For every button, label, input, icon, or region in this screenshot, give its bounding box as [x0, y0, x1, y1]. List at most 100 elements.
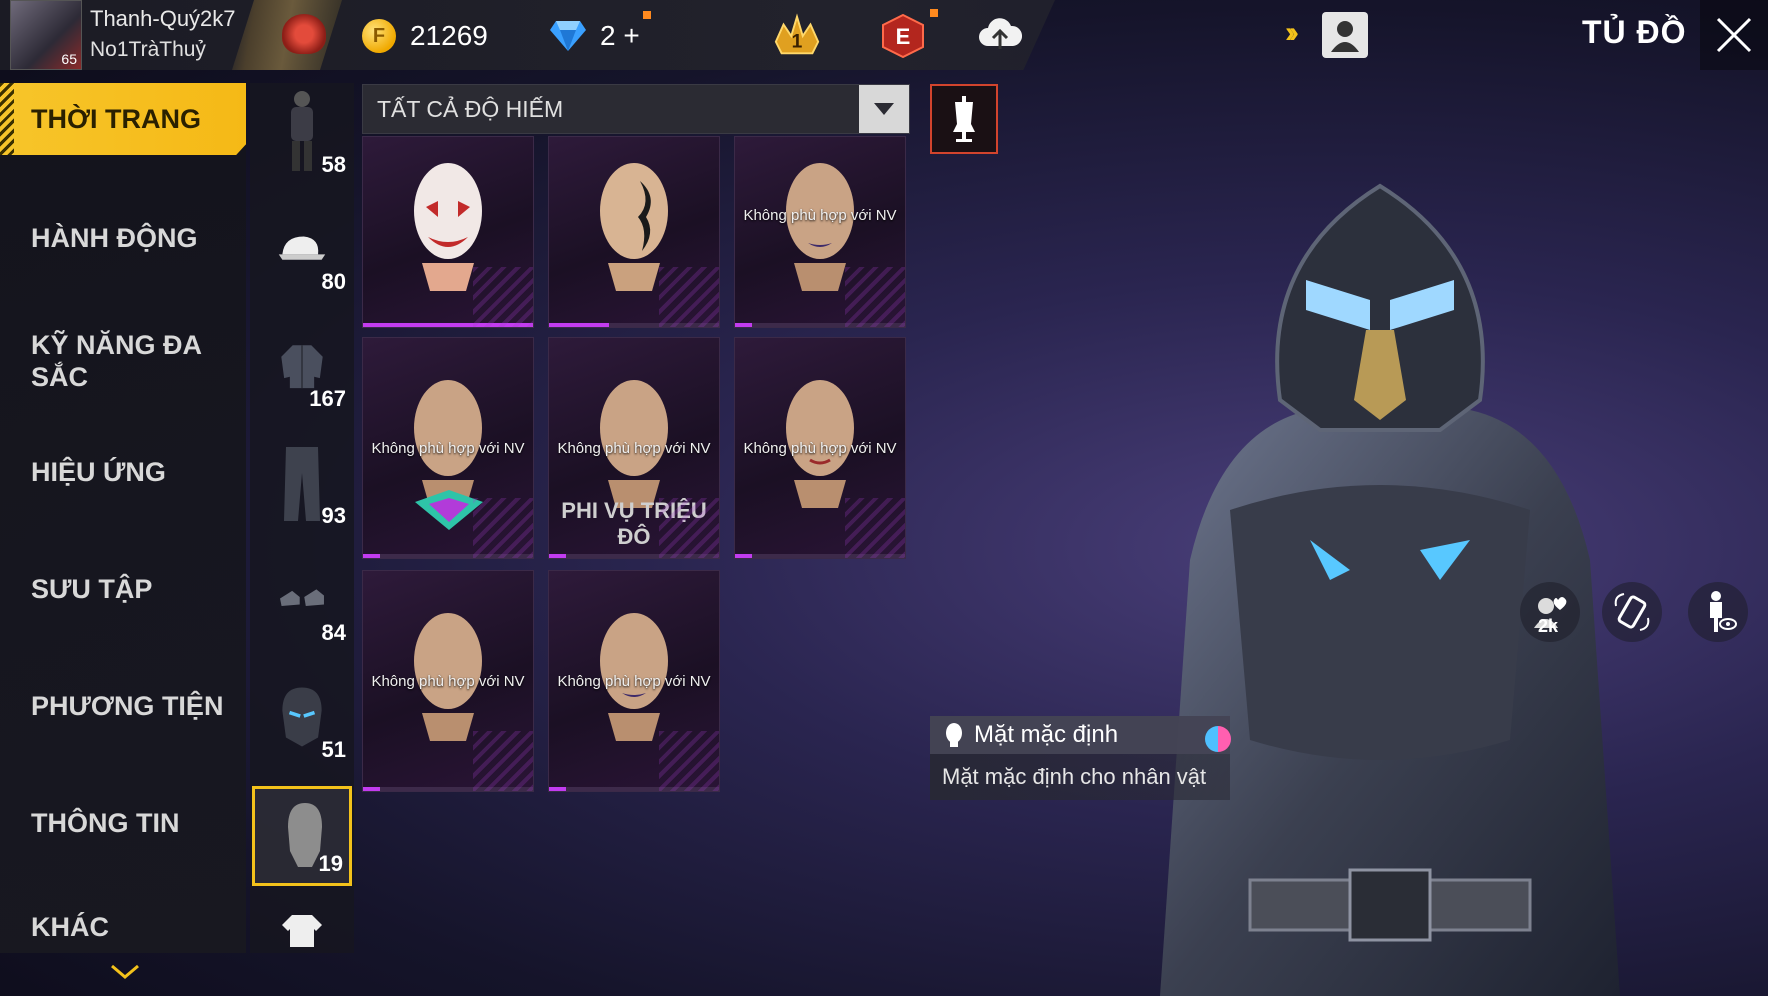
player-guild: No1TràThuỷ	[90, 38, 206, 61]
pose-view-icon	[1710, 591, 1737, 632]
menu-item-hanh-dong[interactable]: HÀNH ĐỘNG	[0, 200, 246, 276]
menu-item-hieu-ung[interactable]: HIỆU ỨNG	[0, 434, 246, 510]
rarity-fill	[549, 554, 566, 558]
subcat-count: 19	[318, 851, 343, 876]
close-button[interactable]	[1700, 0, 1768, 70]
plain-face-icon	[600, 380, 668, 508]
add-diamonds-button[interactable]: +	[623, 20, 639, 51]
rarity-filter-select[interactable]: TẤT CẢ ĐỘ HIẾM	[362, 84, 910, 134]
item-note: Không phù hợp với NV	[743, 440, 897, 457]
rarity-bar	[549, 787, 719, 791]
player-level: 65	[61, 51, 77, 67]
rarity-fill	[363, 787, 380, 791]
svg-text:1: 1	[792, 32, 803, 53]
full-outfit-icon	[277, 91, 327, 172]
menu-item-label: KỸ NĂNG ĐA SẮC	[31, 330, 202, 392]
subcat-cap[interactable]: 80	[252, 201, 352, 301]
tattoo-face-icon	[600, 163, 668, 291]
rarity-fill	[549, 323, 609, 327]
menu-item-ky-nang-da-sac[interactable]: KỸ NĂNG ĐA SẮC	[0, 316, 220, 406]
elite-pass-icon[interactable]: E	[878, 12, 928, 60]
diamond-count: 2	[600, 20, 616, 51]
menu-item-label: THỜI TRANG	[31, 104, 202, 134]
joker-face-mask-icon	[414, 163, 482, 291]
caret-down-icon[interactable]	[859, 85, 909, 133]
gold-coin-icon: F	[362, 19, 396, 53]
menu-item-label: SƯU TẬP	[31, 574, 153, 604]
shirt-icon	[277, 911, 327, 951]
rank-crown-icon[interactable]: 1	[772, 12, 822, 60]
menu-item-phuong-tien[interactable]: PHƯƠNG TIỆN	[0, 668, 246, 744]
menu-item-suu-tap[interactable]: SƯU TẬP	[0, 551, 246, 627]
svg-text:E: E	[896, 24, 911, 49]
menu-item-thoi-trang[interactable]: THỜI TRANG	[0, 83, 246, 155]
item-note: Không phù hợp với NV	[743, 207, 897, 224]
item-note: Không phù hợp với NV	[371, 673, 525, 690]
pants-icon	[277, 443, 327, 523]
rarity-fill	[735, 554, 752, 558]
rarity-bar	[363, 554, 533, 558]
cloud-upload-icon[interactable]	[975, 12, 1025, 60]
notification-dot	[930, 9, 938, 17]
diamond-amount[interactable]: 2 +	[600, 20, 640, 52]
rank-emblem-icon[interactable]	[282, 14, 326, 54]
item-card[interactable]: Không phù hợp với NV	[362, 570, 534, 792]
item-brand: PHI VỤ TRIỆU ĐÔ	[561, 498, 707, 549]
menu-item-label: PHƯƠNG TIỆN	[31, 691, 224, 721]
item-info-title-row: Mặt mặc định	[930, 716, 1230, 754]
item-card[interactable]: Không phù hợp với NV	[734, 337, 906, 559]
cap-icon	[277, 209, 327, 289]
character-preview[interactable]	[1080, 180, 1700, 996]
mannequin-icon	[953, 96, 975, 142]
item-note: Không phù hợp với NV	[557, 440, 711, 457]
chevron-down-icon[interactable]	[110, 960, 140, 986]
face-icon	[946, 723, 962, 747]
like-count: 2k	[1538, 616, 1559, 636]
menu-item-khac[interactable]: KHÁC	[0, 902, 246, 952]
item-card[interactable]	[362, 136, 534, 328]
menu-item-thong-tin[interactable]: THÔNG TIN	[0, 785, 246, 861]
rarity-bar	[363, 787, 533, 791]
item-card[interactable]	[548, 136, 720, 328]
player-avatar[interactable]: 65	[10, 0, 82, 70]
subcat-helmet-mask[interactable]: 51	[252, 669, 352, 769]
pose-view-button[interactable]	[1688, 582, 1748, 642]
menu-item-label: HIỆU ỨNG	[31, 457, 166, 487]
unisex-icon	[1205, 726, 1231, 752]
subcat-pants[interactable]: 93	[252, 435, 352, 535]
item-note: Không phù hợp với NV	[371, 440, 525, 457]
emblem-icon	[415, 490, 483, 530]
subcat-face-mask[interactable]: 19	[252, 786, 352, 886]
item-card[interactable]: Không phù hợp với NV PHI VỤ TRIỆU ĐÔ	[548, 337, 720, 559]
item-info-panel: Mặt mặc định Mặt mặc định cho nhân vật	[930, 716, 1230, 800]
rarity-fill	[549, 787, 566, 791]
rarity-bar	[735, 554, 905, 558]
menu-item-label: THÔNG TIN	[31, 808, 180, 838]
item-card[interactable]: Không phù hợp với NV	[734, 136, 906, 328]
plain-face-icon	[786, 380, 854, 508]
gold-amount: 21269	[410, 20, 488, 51]
plain-face-icon	[600, 613, 668, 741]
subcat-count: 51	[321, 737, 346, 762]
rotate-button[interactable]	[1602, 582, 1662, 642]
subcat-count: 58	[321, 152, 346, 177]
item-info-description: Mặt mặc định cho nhân vật	[942, 764, 1207, 789]
subcat-shoes[interactable]: 84	[252, 552, 352, 652]
helmet-mask-icon	[277, 677, 327, 757]
subcat-shirt[interactable]	[252, 903, 352, 953]
rarity-fill	[735, 323, 752, 327]
profile-card-icon[interactable]	[1322, 12, 1368, 58]
subcat-count: 80	[321, 269, 346, 294]
rotate-icon	[1614, 593, 1650, 631]
rarity-bar	[549, 554, 719, 558]
subcat-count: 167	[309, 386, 346, 411]
double-arrow-icon[interactable]: ››	[1285, 16, 1299, 50]
mannequin-toggle-button[interactable]	[930, 84, 998, 154]
subcat-count: 84	[321, 620, 346, 645]
item-info-title: Mặt mặc định	[974, 721, 1119, 748]
subcat-jacket[interactable]: 167	[252, 318, 352, 418]
item-card[interactable]: Không phù hợp với NV	[362, 337, 534, 559]
close-icon	[1716, 17, 1752, 53]
item-card[interactable]: Không phù hợp với NV	[548, 570, 720, 792]
subcat-full-outfit[interactable]: 58	[252, 84, 352, 184]
